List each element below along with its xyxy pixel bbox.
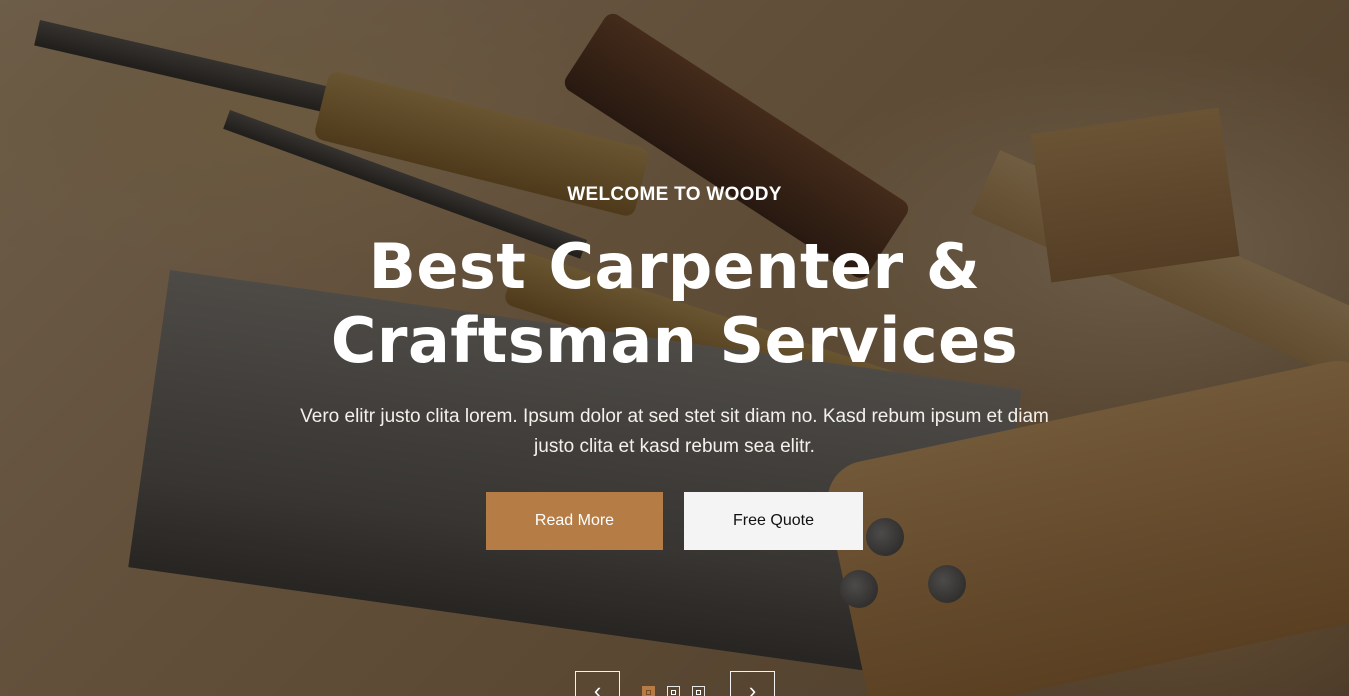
read-more-button[interactable]: Read More (486, 492, 663, 550)
free-quote-button[interactable]: Free Quote (684, 492, 863, 550)
carousel-dots (642, 686, 705, 696)
hero-content: WELCOME TO WOODY Best Carpenter & Crafts… (0, 0, 1349, 696)
hero-title: Best Carpenter & Craftsman Services (0, 230, 1349, 378)
chevron-right-icon: › (748, 678, 757, 696)
carousel-dot-1[interactable] (642, 686, 655, 696)
carousel-dot-2[interactable] (667, 686, 680, 696)
hero-description: Vero elitr justo clita lorem. Ipsum dolo… (300, 406, 1049, 457)
hero-title-line-1: Best Carpenter & (368, 230, 981, 303)
chevron-left-icon: ‹ (593, 678, 602, 696)
carousel-dot-3[interactable] (692, 686, 705, 696)
hero-eyebrow: WELCOME TO WOODY (567, 184, 782, 205)
hero-title-line-2: Craftsman Services (330, 304, 1019, 377)
carousel-next-button[interactable]: › (730, 671, 775, 696)
carousel-prev-button[interactable]: ‹ (575, 671, 620, 696)
